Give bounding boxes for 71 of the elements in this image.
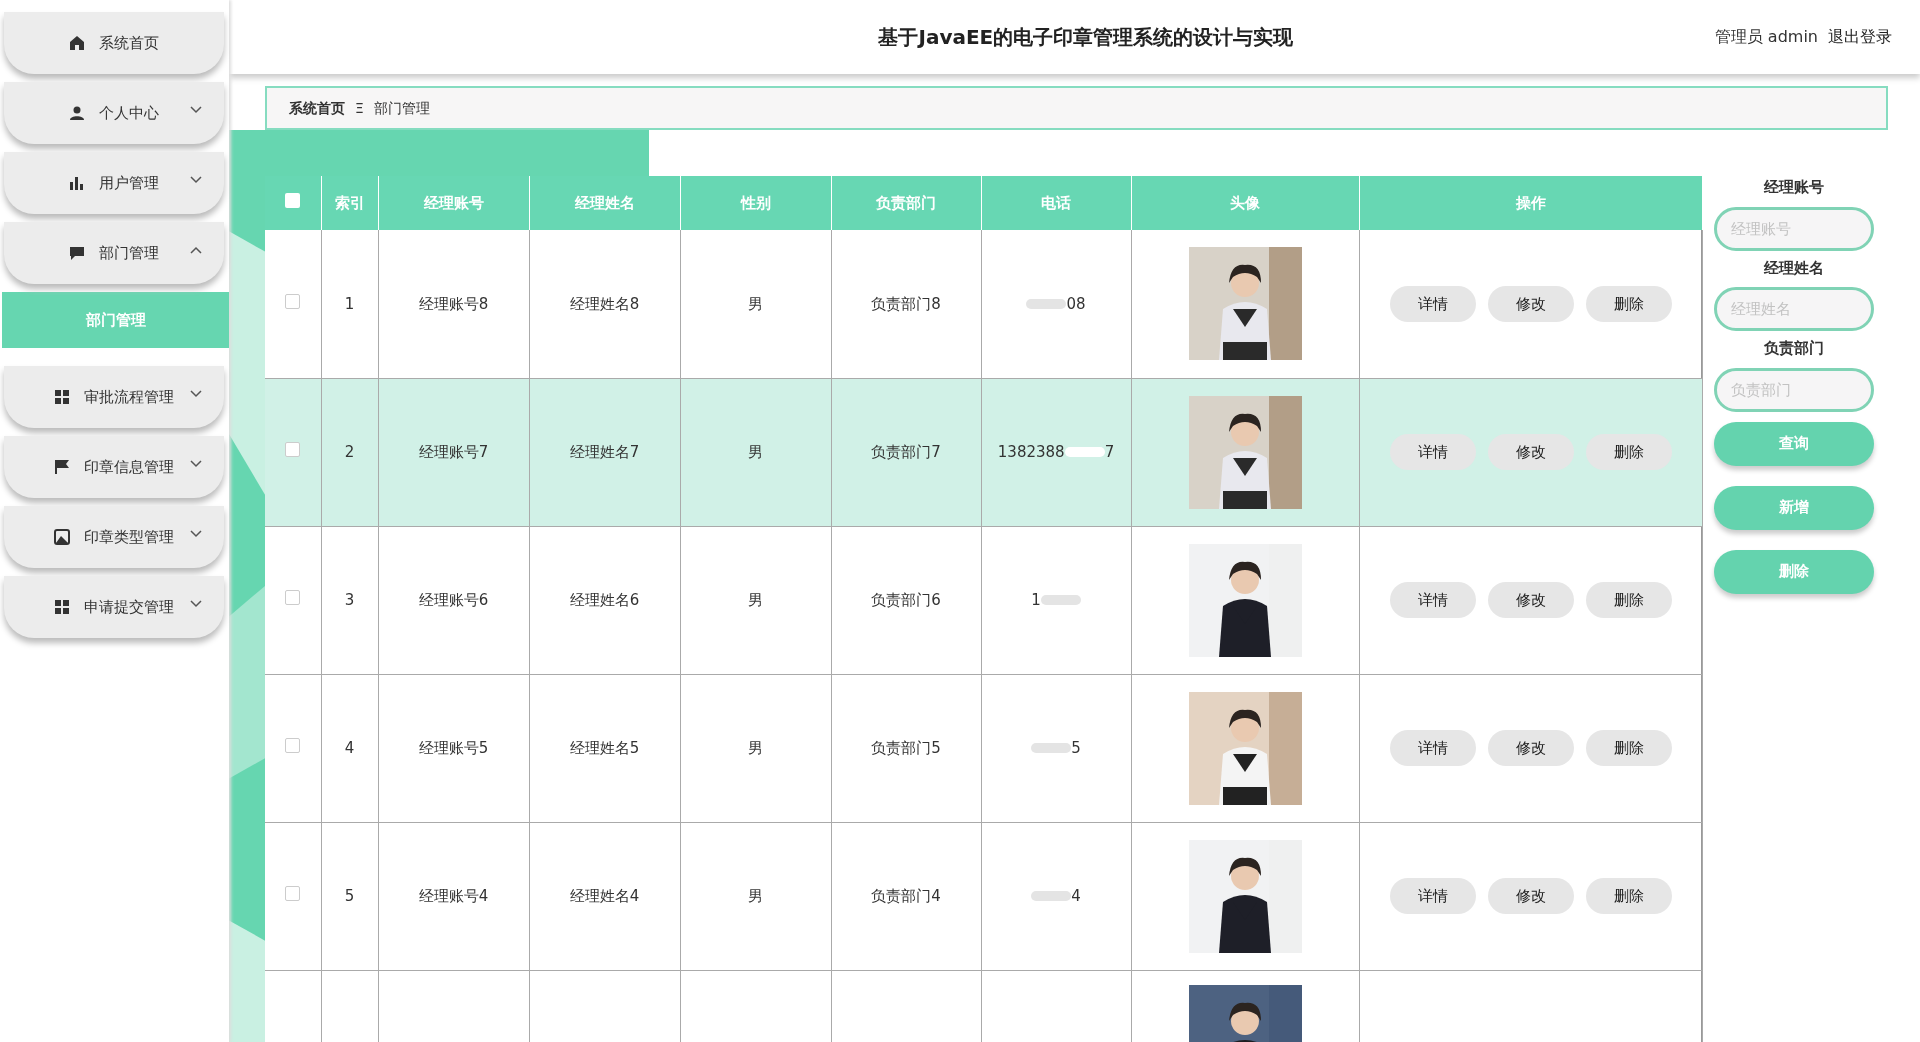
column-header: 电话 (981, 176, 1131, 230)
column-header: 经理姓名 (529, 176, 680, 230)
user-label: 管理员 admin (1714, 26, 1818, 48)
table-cell: 经理账号5 (418, 738, 489, 757)
table-cell: 男 (748, 590, 763, 609)
table-cell: 经理姓名7 (569, 442, 640, 461)
field-label: 经理账号 (1764, 177, 1824, 198)
breadcrumb-separator: Ξ (355, 98, 364, 118)
sidebar-item[interactable]: 系统首页 (4, 12, 224, 74)
action-button[interactable]: 详情 (1389, 434, 1476, 470)
action-button[interactable]: 详情 (1389, 730, 1476, 766)
sidebar-item[interactable]: 个人中心 (4, 82, 224, 144)
column-header: 操作 (1359, 176, 1702, 230)
table-cell: 经理姓名4 (569, 886, 640, 905)
phone-text: 4 (1071, 886, 1081, 905)
phone-text: 08 (1066, 294, 1086, 313)
phone-text: 5 (1071, 738, 1081, 757)
breadcrumb-home[interactable]: 系统首页 (289, 97, 345, 119)
action-button[interactable]: 删除 (1585, 730, 1672, 766)
table-cell: 5 (344, 886, 355, 905)
sidebar-item[interactable]: 部门管理 (4, 222, 224, 284)
column-header: 经理账号 (378, 176, 529, 230)
table-cell: 经理姓名6 (569, 590, 640, 609)
table-cell: 经理姓名8 (569, 294, 640, 313)
action-button[interactable]: 修改 (1487, 878, 1574, 914)
table-cell: 男 (748, 738, 763, 757)
action-button[interactable]: 修改 (1487, 582, 1574, 618)
table-cell: 负责部门4 (871, 886, 941, 905)
action-button[interactable]: 删除 (1585, 582, 1672, 618)
table-cell: 男 (748, 886, 763, 905)
sidebar-item[interactable]: 申请提交管理 (4, 576, 224, 638)
action-button[interactable]: 详情 (1389, 878, 1476, 914)
phone-text: 1382388 (997, 442, 1065, 461)
sidebar-item[interactable]: 印章信息管理 (4, 436, 224, 498)
table-cell: 1 (344, 294, 355, 313)
sidebar-item[interactable]: 印章类型管理 (4, 506, 224, 568)
table-cell: 男 (748, 442, 763, 461)
phone-text: 1 (1031, 590, 1041, 609)
action-button[interactable]: 详情 (1389, 582, 1476, 618)
table-cell: 负责部门7 (871, 442, 941, 461)
column-header: 负责部门 (831, 176, 981, 230)
table-cell: 经理账号4 (418, 886, 489, 905)
action-button[interactable]: 修改 (1487, 434, 1574, 470)
table-cell: 男 (748, 294, 763, 313)
action-button[interactable]: 修改 (1487, 730, 1574, 766)
table-cell: 4 (344, 738, 355, 757)
table-cell: 负责部门5 (871, 738, 941, 757)
column-header: 头像 (1131, 176, 1359, 230)
table-cell: 负责部门6 (871, 590, 941, 609)
phone-text: 7 (1104, 442, 1115, 461)
column-header: 索引 (321, 176, 378, 230)
table-cell: 3 (344, 590, 355, 609)
logout-link[interactable]: 退出登录 (1828, 25, 1892, 49)
column-header: 性别 (680, 176, 831, 230)
action-button[interactable]: 删除 (1585, 285, 1672, 322)
app-title: 基于JavaEE的电子印章管理系统的设计与实现 (877, 24, 1295, 51)
table-cell: 2 (344, 442, 355, 461)
table-cell: 负责部门8 (871, 294, 941, 313)
table-cell: 经理账号6 (418, 590, 489, 609)
action-button[interactable]: 删除 (1585, 878, 1672, 914)
sidebar-item[interactable]: 审批流程管理 (4, 366, 224, 428)
field-label: 负责部门 (1764, 338, 1824, 359)
table-cell: 经理账号7 (418, 442, 489, 461)
action-button[interactable]: 详情 (1389, 285, 1476, 322)
action-button[interactable]: 删除 (1585, 434, 1672, 470)
field-label: 经理姓名 (1764, 257, 1824, 279)
table-cell: 经理姓名5 (569, 738, 640, 757)
action-button[interactable]: 修改 (1487, 285, 1574, 322)
sidebar-item[interactable]: 用户管理 (4, 152, 224, 214)
breadcrumb-current: 部门管理 (373, 98, 430, 118)
table-cell: 经理账号8 (418, 294, 489, 313)
